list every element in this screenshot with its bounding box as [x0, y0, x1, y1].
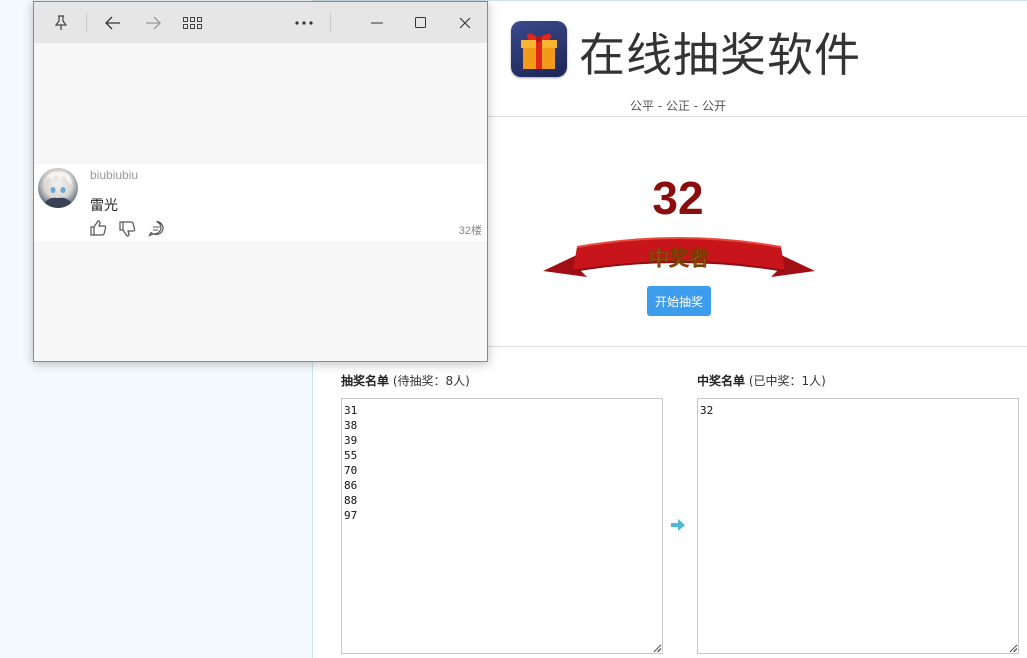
- winner-number: 32: [652, 172, 704, 224]
- pending-entry: 88: [344, 494, 358, 507]
- ribbon-text: 中奖者: [649, 246, 709, 270]
- more-icon[interactable]: [293, 12, 315, 34]
- maximize-icon[interactable]: [410, 12, 432, 34]
- pending-entry: 70: [344, 464, 358, 477]
- window-titlebar[interactable]: [34, 2, 487, 43]
- titlebar-divider: [330, 13, 331, 32]
- right-arrow-icon: [671, 519, 685, 531]
- pending-entry: 31: [344, 404, 358, 417]
- avatar[interactable]: [38, 168, 78, 208]
- winner-ribbon: 中奖者: [543, 237, 815, 277]
- pending-list-count: (待抽奖：8人): [392, 374, 470, 388]
- apps-grid-icon[interactable]: [182, 12, 204, 34]
- close-icon[interactable]: [454, 12, 476, 34]
- gift-box-logo-icon: [511, 21, 567, 77]
- pending-list-label: 抽奖名单 (待抽奖：8人): [341, 372, 470, 389]
- comment-item: biubiubiu 雷光 32楼: [34, 164, 487, 241]
- comment-text: 雷光: [90, 198, 118, 214]
- titlebar-divider: [86, 13, 87, 32]
- pending-entry: 86: [344, 479, 358, 492]
- floating-browser-window: biubiubiu 雷光 32楼: [33, 1, 488, 362]
- winner-entry: 32: [700, 404, 714, 417]
- pending-entry: 39: [344, 434, 358, 447]
- app-title: 在线抽奖软件: [579, 28, 861, 82]
- minimize-icon[interactable]: [366, 12, 388, 34]
- pending-list-textarea[interactable]: 31 38 39 55 70 86 88 97: [341, 398, 663, 654]
- pending-list-title: 抽奖名单: [341, 374, 390, 388]
- winner-list-textarea[interactable]: 32: [697, 398, 1019, 654]
- thumbs-down-icon[interactable]: [119, 220, 136, 237]
- pin-icon[interactable]: [50, 12, 72, 34]
- thumbs-up-icon[interactable]: [90, 220, 107, 237]
- winner-list-label: 中奖名单 (已中奖：1人): [697, 372, 826, 389]
- resize-grip-icon[interactable]: [1009, 644, 1017, 652]
- reply-icon[interactable]: [148, 220, 165, 237]
- start-draw-button[interactable]: 开始抽奖: [647, 286, 711, 316]
- comment-floor-number: 32楼: [458, 225, 482, 237]
- pending-entry: 55: [344, 449, 358, 462]
- resize-grip-icon[interactable]: [653, 644, 661, 652]
- forward-icon[interactable]: [142, 12, 164, 34]
- winner-list-title: 中奖名单: [697, 374, 746, 388]
- comment-username[interactable]: biubiubiu: [90, 168, 138, 182]
- back-icon[interactable]: [102, 12, 124, 34]
- pending-entry: 38: [344, 419, 358, 432]
- pending-entry: 97: [344, 509, 358, 522]
- winner-list-count: (已中奖：1人): [748, 374, 826, 388]
